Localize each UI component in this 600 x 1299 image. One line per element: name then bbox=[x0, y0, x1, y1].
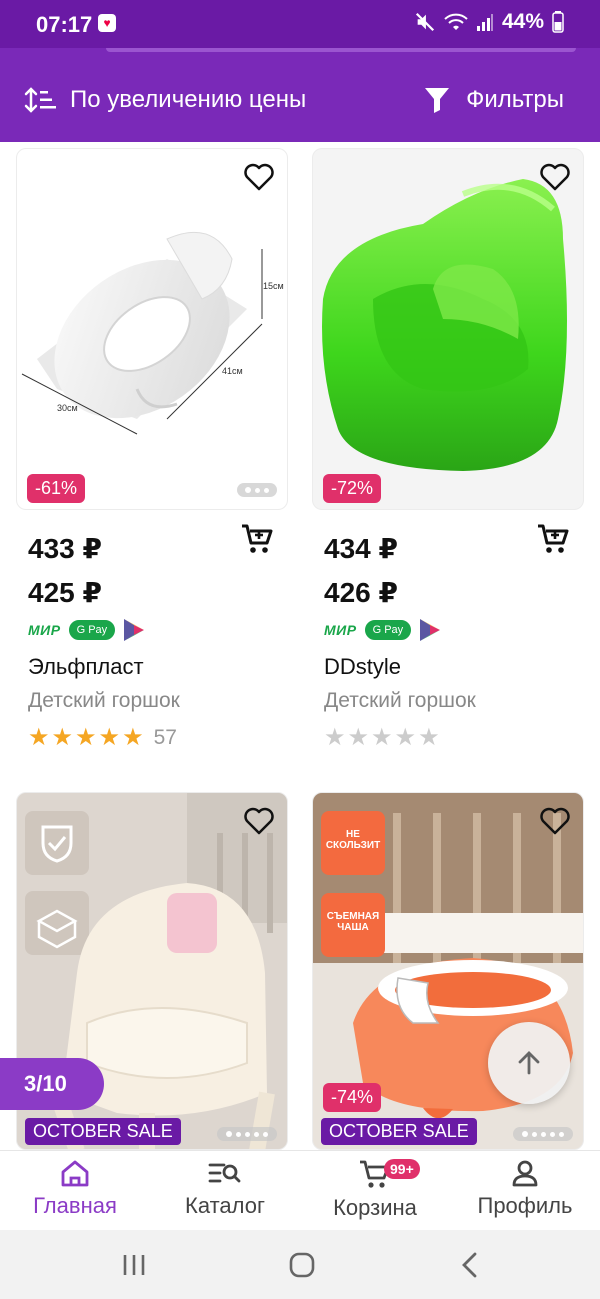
dim-width-label: 30см bbox=[57, 403, 78, 413]
arrow-up-icon bbox=[518, 1051, 540, 1075]
recent-apps-icon bbox=[123, 1255, 145, 1275]
price: 425 ₽ bbox=[28, 577, 102, 608]
payment-methods: МИР G Pay bbox=[324, 618, 441, 642]
nav-catalog[interactable]: Каталог bbox=[150, 1159, 300, 1219]
image-pager-dots bbox=[513, 1127, 573, 1141]
discount-badge: -61% bbox=[27, 474, 86, 503]
catalog-search-icon bbox=[208, 1163, 241, 1183]
star-icon: ★ bbox=[28, 724, 50, 751]
profile-icon bbox=[512, 1160, 538, 1187]
home-system-button[interactable] bbox=[282, 1250, 322, 1280]
dim-length-label: 41см bbox=[222, 366, 243, 376]
filter-icon bbox=[425, 88, 450, 113]
back-chevron-icon bbox=[462, 1252, 477, 1278]
feature-badge-nonslip: НЕ СКОЛЬЗИТ bbox=[325, 829, 381, 851]
home-icon bbox=[61, 1160, 89, 1187]
sbp-logo-icon bbox=[420, 619, 441, 641]
sbp-logo-icon bbox=[124, 619, 145, 641]
old-price: 433 ₽ bbox=[28, 533, 102, 564]
toilet-seat-image bbox=[21, 231, 263, 435]
nav-home-label: Главная bbox=[33, 1193, 117, 1218]
star-icon: ★ bbox=[371, 724, 393, 751]
feature-badge-removable-bowl: СЪЕМНАЯ ЧАША bbox=[326, 911, 380, 933]
rating-stars: ★ ★ ★ ★ ★ bbox=[324, 726, 440, 750]
status-right: 44% bbox=[414, 10, 564, 34]
add-to-cart-icon[interactable] bbox=[536, 522, 570, 556]
image-pager-dots bbox=[237, 483, 277, 497]
sort-label: По увеличению цены bbox=[70, 86, 307, 113]
image-pager-dots bbox=[217, 1127, 277, 1141]
discount-badge: -74% bbox=[323, 1083, 382, 1112]
star-icon: ★ bbox=[418, 724, 440, 751]
review-count: 57 bbox=[153, 726, 177, 749]
sale-badge: OCTOBER SALE bbox=[321, 1118, 477, 1145]
filter-button[interactable]: Фильтры bbox=[424, 86, 564, 114]
product-card[interactable]: 15см 41см 30см -61% 433 ₽ 425 ₽ МИР G Pa… bbox=[16, 148, 288, 768]
back-button[interactable] bbox=[450, 1250, 490, 1280]
battery-icon bbox=[552, 11, 564, 33]
product-image[interactable]: 15см 41см 30см -61% bbox=[16, 148, 288, 510]
system-navigation-bar bbox=[0, 1230, 600, 1299]
product-card[interactable]: -72% 434 ₽ 426 ₽ МИР G Pay DDstyle Детск… bbox=[312, 148, 584, 768]
sale-badge: OCTOBER SALE bbox=[25, 1118, 181, 1145]
battery-percent: 44% bbox=[501, 10, 544, 33]
green-potty-image bbox=[322, 179, 567, 471]
rating-stars: ★ ★ ★ ★ ★ 57 bbox=[28, 726, 177, 750]
page-counter: 3/10 bbox=[0, 1058, 104, 1110]
gpay-logo: G Pay bbox=[364, 620, 412, 640]
star-icon: ★ bbox=[98, 724, 121, 751]
nav-profile-label: Профиль bbox=[477, 1193, 573, 1218]
favorite-heart-icon[interactable] bbox=[243, 805, 275, 837]
sort-icon bbox=[24, 87, 56, 113]
signal-icon bbox=[476, 14, 493, 31]
dim-height-label: 15см bbox=[263, 281, 284, 291]
product-category: Детский горшок bbox=[324, 689, 476, 712]
cart-count-badge: 99+ bbox=[384, 1159, 420, 1179]
star-icon: ★ bbox=[324, 724, 346, 751]
notification-app-icon: ♥ bbox=[98, 14, 116, 32]
gpay-logo: G Pay bbox=[68, 620, 116, 640]
wifi-icon bbox=[444, 13, 468, 30]
favorite-heart-icon[interactable] bbox=[539, 805, 571, 837]
nav-catalog-label: Каталог bbox=[185, 1193, 265, 1218]
product-category: Детский горшок bbox=[28, 689, 180, 712]
payment-methods: МИР G Pay bbox=[28, 618, 145, 642]
product-brand: DDstyle bbox=[324, 654, 402, 679]
recent-apps-button[interactable] bbox=[114, 1250, 154, 1280]
sort-button[interactable]: По увеличению цены bbox=[24, 86, 306, 114]
search-bar-edge[interactable] bbox=[106, 48, 576, 52]
scroll-to-top-button[interactable] bbox=[488, 1022, 570, 1104]
star-icon: ★ bbox=[122, 724, 144, 751]
nav-cart[interactable]: 99+ Корзина bbox=[300, 1159, 450, 1221]
status-time: 07:17 bbox=[36, 12, 93, 37]
star-icon: ★ bbox=[394, 724, 417, 751]
price: 426 ₽ bbox=[324, 577, 398, 608]
status-bar: 07:17 ♥ 44% bbox=[0, 0, 600, 48]
bottom-navigation: Главная Каталог 99+ Корзина Профиль bbox=[0, 1150, 600, 1230]
product-image[interactable]: -72% bbox=[312, 148, 584, 510]
favorite-heart-icon[interactable] bbox=[243, 161, 275, 193]
filter-label: Фильтры bbox=[466, 86, 564, 113]
nav-profile[interactable]: Профиль bbox=[450, 1159, 600, 1219]
nav-home[interactable]: Главная bbox=[0, 1159, 150, 1219]
catalog-header: По увеличению цены Фильтры bbox=[0, 48, 600, 142]
favorite-heart-icon[interactable] bbox=[539, 161, 571, 193]
old-price: 434 ₽ bbox=[324, 533, 398, 564]
mir-logo: МИР bbox=[28, 622, 61, 638]
app-screen: 07:17 ♥ 44% По увеличению цены Фильтры 1… bbox=[0, 0, 600, 1299]
home-circle-icon bbox=[289, 1252, 315, 1278]
mir-logo: МИР bbox=[324, 622, 357, 638]
discount-badge: -72% bbox=[323, 474, 382, 503]
mute-icon bbox=[415, 12, 435, 32]
product-brand: Эльфпласт bbox=[28, 654, 144, 679]
star-icon: ★ bbox=[51, 724, 74, 751]
star-icon: ★ bbox=[347, 724, 370, 751]
nav-cart-label: Корзина bbox=[333, 1195, 417, 1220]
star-icon: ★ bbox=[75, 724, 97, 751]
add-to-cart-icon[interactable] bbox=[240, 522, 274, 556]
